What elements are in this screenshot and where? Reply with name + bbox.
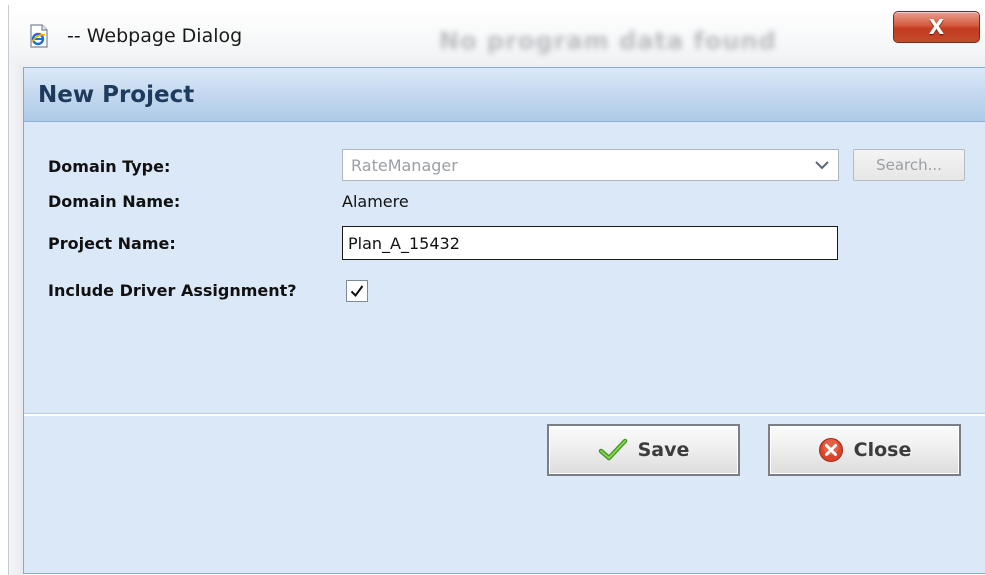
- title-bar: -- Webpage Dialog No program data found …: [9, 5, 985, 67]
- checkmark-icon: [598, 438, 627, 461]
- save-button[interactable]: Save: [547, 424, 740, 476]
- project-name-label: Project Name:: [48, 234, 176, 253]
- domain-name-value: Alamere: [342, 192, 409, 211]
- window-title: -- Webpage Dialog: [67, 25, 243, 47]
- search-button[interactable]: Search...: [853, 149, 965, 181]
- dialog-divider: [24, 413, 985, 416]
- close-button-label: Close: [853, 439, 912, 461]
- domain-type-label: Domain Type:: [48, 157, 171, 176]
- close-circle-icon: [818, 438, 843, 462]
- window-left-border: [9, 65, 23, 575]
- webpage-dialog-window: -- Webpage Dialog No program data found …: [8, 5, 985, 575]
- background-window-text: No program data found: [439, 27, 777, 55]
- close-x-label: X: [928, 15, 945, 39]
- domain-type-select[interactable]: RateManager: [342, 149, 839, 181]
- include-driver-assignment-label: Include Driver Assignment?: [48, 281, 297, 300]
- new-project-dialog: New Project Domain Type: RateManager Sea…: [23, 67, 985, 574]
- dialog-header: New Project: [24, 68, 985, 122]
- close-button[interactable]: Close: [768, 424, 961, 476]
- save-button-label: Save: [637, 439, 690, 461]
- chevron-down-icon: [815, 161, 829, 170]
- project-name-input[interactable]: [342, 226, 838, 260]
- checkmark-icon: [350, 285, 364, 298]
- domain-name-label: Domain Name:: [48, 192, 181, 211]
- domain-type-value: RateManager: [351, 156, 458, 175]
- include-driver-assignment-checkbox[interactable]: [346, 280, 368, 302]
- ie-document-icon: [30, 24, 48, 48]
- dialog-title: New Project: [38, 82, 195, 108]
- window-close-button[interactable]: X: [893, 11, 980, 43]
